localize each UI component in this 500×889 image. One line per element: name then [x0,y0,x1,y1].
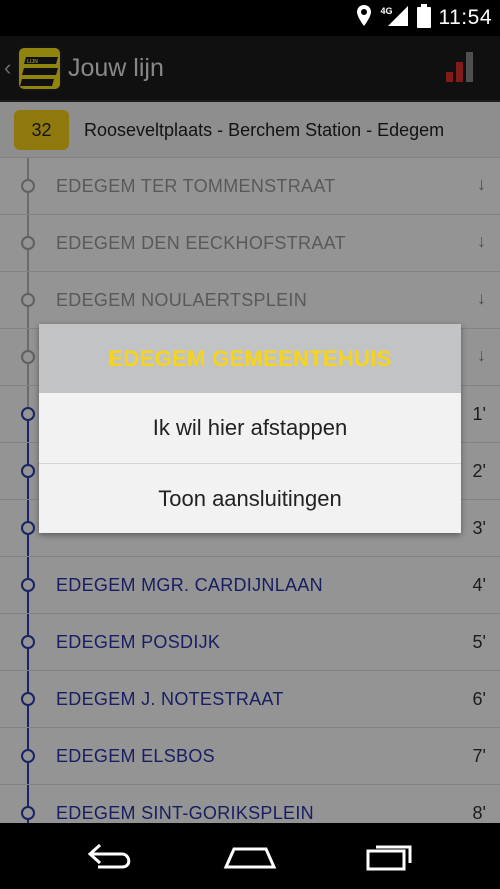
home-icon[interactable] [220,837,280,875]
recent-apps-icon[interactable] [360,837,420,875]
network-type-label: 4G [380,6,393,16]
battery-icon [416,3,431,33]
location-icon [356,4,372,33]
navigation-bar [0,823,500,889]
show-connections-option[interactable]: Toon aansluitingen [39,463,461,533]
stop-options-dialog: EDEGEM GEMEENTEHUIS Ik wil hier afstappe… [39,324,461,533]
status-bar: 4G 11:54 [0,0,500,36]
get-off-here-option[interactable]: Ik wil hier afstappen [39,393,461,463]
clock: 11:54 [438,6,492,29]
back-icon[interactable] [80,837,140,875]
dialog-title: EDEGEM GEMEENTEHUIS [39,324,461,393]
